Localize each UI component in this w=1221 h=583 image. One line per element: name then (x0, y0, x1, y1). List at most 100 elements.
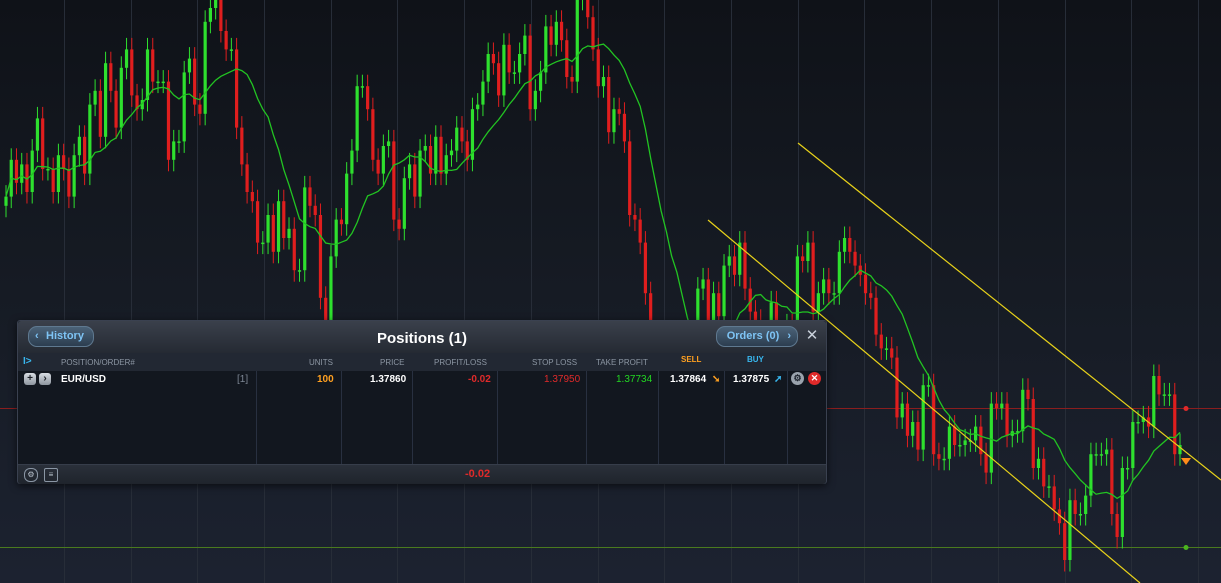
price-chart[interactable] (0, 0, 1221, 583)
close-position-icon[interactable]: ✕ (808, 372, 821, 385)
candle-body (1036, 458, 1041, 468)
candle-body (20, 164, 24, 183)
candle-body (890, 348, 894, 358)
candle-body (832, 293, 836, 295)
candle-body (628, 141, 632, 215)
candle-body (717, 293, 721, 317)
candle-body (308, 187, 312, 206)
candle-body (1173, 394, 1177, 455)
sell-price[interactable]: 1.37864 (670, 374, 706, 385)
candle-body (255, 201, 260, 243)
candle-body (318, 215, 323, 298)
candle-body (240, 127, 244, 165)
units-value: 100 (317, 374, 334, 385)
candle-body (1031, 399, 1035, 468)
candle-body (1099, 454, 1103, 456)
candle-body (491, 54, 496, 64)
candle-body (386, 141, 391, 146)
candle-body (166, 81, 171, 160)
candle-body (455, 127, 459, 151)
symbol: EUR/USD (61, 374, 107, 385)
candle-body (544, 26, 548, 73)
candle-body (822, 279, 826, 294)
candle-body (937, 454, 941, 459)
candle-body (77, 136, 81, 156)
candle-body (842, 238, 847, 252)
orders-button[interactable]: Orders (0) › (716, 326, 798, 347)
candle-body (282, 201, 286, 238)
positions-panel: ‹ History Positions (1) Orders (0) › ✕ I> … (17, 320, 827, 484)
candle-body (381, 146, 385, 174)
candle-body (287, 228, 291, 238)
candle-body (586, 0, 590, 18)
candle-body (549, 26, 553, 45)
candle-body (83, 136, 87, 174)
candle-body (271, 215, 275, 252)
candle-body (276, 201, 281, 252)
candle-body (72, 155, 76, 197)
candle-body (67, 169, 71, 197)
candle-body (612, 109, 616, 133)
candle-body (124, 49, 129, 68)
candle-body (413, 164, 417, 197)
candle-body (1047, 486, 1051, 488)
candle-body (366, 86, 370, 110)
candle-body (1136, 422, 1140, 424)
col-profit-loss: PROFIT/LOSS (434, 358, 487, 367)
candle-body (1157, 376, 1161, 395)
close-icon[interactable]: ✕ (804, 327, 820, 345)
candle-body (161, 81, 165, 84)
col-price: PRICE (380, 358, 405, 367)
candle-body (345, 173, 349, 225)
candle-body (486, 54, 490, 82)
candle-body (916, 422, 920, 450)
candle-body (1115, 514, 1119, 537)
candle-body (407, 164, 412, 179)
candle-body (151, 49, 155, 82)
col-take-profit: TAKE PROFIT (596, 358, 648, 367)
candle-body (130, 49, 134, 96)
candle-body (1042, 458, 1046, 487)
candle-body (863, 274, 868, 294)
candle-body (879, 334, 883, 349)
candle-body (423, 146, 427, 151)
candle-body (114, 90, 118, 128)
candle-body (1094, 454, 1098, 456)
candle-body (360, 86, 364, 88)
print-icon[interactable]: ≡ (44, 468, 58, 482)
candle-body (292, 228, 296, 271)
candle-body (460, 127, 464, 142)
candle-body (869, 293, 873, 298)
candle-body (732, 256, 737, 275)
candle-body (932, 385, 936, 455)
buy-price[interactable]: 1.37875 (733, 374, 769, 385)
candle-body (884, 348, 889, 350)
col-position: POSITION/ORDER# (61, 358, 135, 367)
candle-body (905, 403, 910, 436)
candle-body (46, 169, 50, 171)
stop-loss-value[interactable]: 1.37950 (544, 374, 580, 385)
candle-body (559, 21, 564, 41)
candle-body (303, 187, 307, 271)
candle-body (994, 403, 999, 409)
candle-body (182, 72, 186, 142)
collapse-icon[interactable]: I> (23, 356, 32, 367)
candle-body (481, 81, 485, 105)
candle-body (371, 109, 375, 160)
take-profit-value[interactable]: 1.37734 (616, 374, 652, 385)
candle-body (235, 49, 239, 128)
candle-body (497, 63, 501, 96)
sell-level-marker (1183, 406, 1189, 411)
candle-body (41, 118, 45, 169)
col-buy: BUY (747, 355, 764, 364)
candle-body (177, 141, 181, 143)
settings-icon[interactable]: ⚙ (24, 468, 38, 482)
candle-body (119, 67, 123, 128)
candle-body (947, 426, 951, 459)
gear-icon[interactable]: ⚙ (791, 372, 804, 385)
candle-body (953, 426, 957, 445)
table-row[interactable]: EUR/USD [1] 100 1.37860 -0.02 1.37950 1.… (18, 373, 826, 387)
candle-body (334, 219, 338, 257)
candle-body (449, 150, 454, 156)
candle-body (88, 104, 92, 174)
